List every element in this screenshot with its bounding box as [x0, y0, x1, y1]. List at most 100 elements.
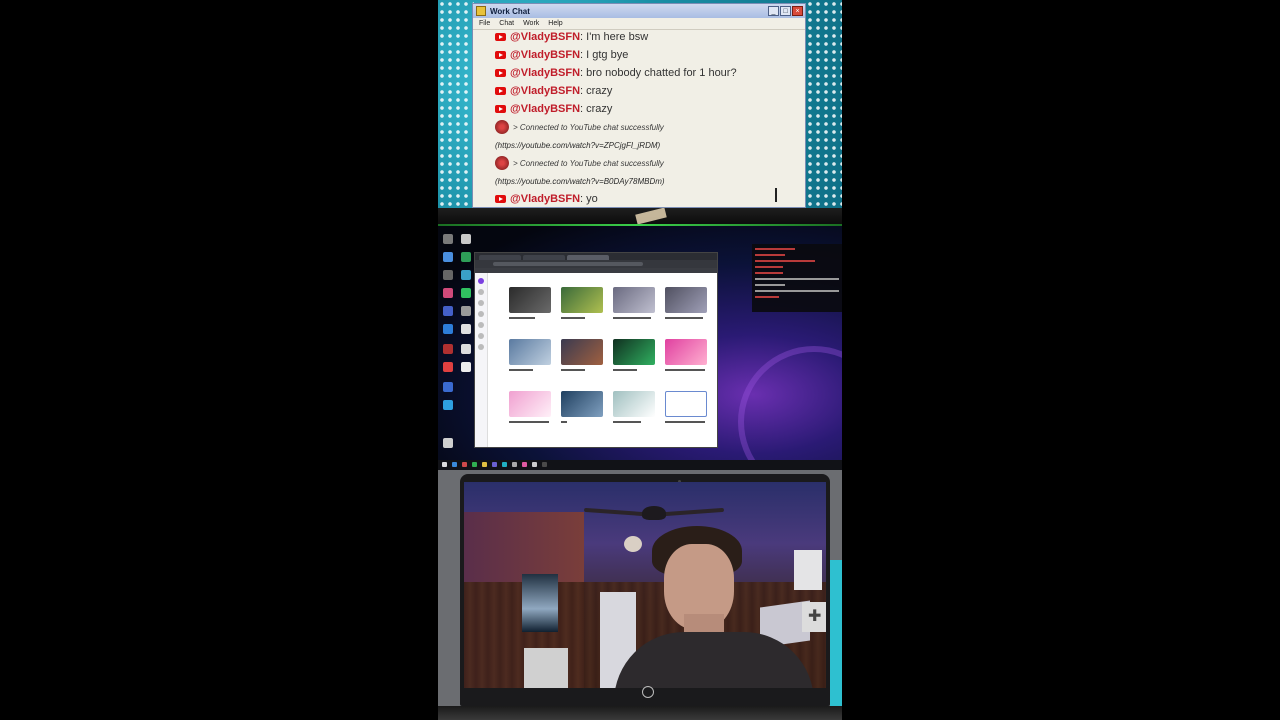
desktop-icon[interactable]	[443, 324, 453, 334]
youtube-icon	[495, 33, 506, 41]
desktop-icon[interactable]	[461, 288, 471, 298]
taskbar-app[interactable]	[462, 462, 467, 467]
overlay-chat-line	[755, 290, 839, 292]
desktop-icon[interactable]	[443, 438, 453, 448]
chat-text: : crazy	[580, 85, 613, 97]
design-thumbnail[interactable]	[561, 339, 603, 365]
desktop-icon[interactable]	[461, 344, 471, 354]
shelf	[524, 648, 568, 688]
sidebar-icon[interactable]	[478, 289, 484, 295]
menu-file[interactable]: File	[479, 20, 490, 27]
desktop-icon[interactable]	[443, 306, 453, 316]
minimize-icon[interactable]: _	[768, 6, 779, 16]
fan-blade	[583, 507, 645, 517]
chat-overlay-section: Work Chat _ □ × File Chat Work Help @Vla…	[438, 0, 842, 208]
webcam-feed	[464, 482, 826, 688]
menu-chat[interactable]: Chat	[499, 20, 514, 27]
desktop-icon[interactable]	[461, 324, 471, 334]
chat-scrollbar[interactable]	[775, 188, 777, 202]
window-titlebar[interactable]: Work Chat _ □ ×	[473, 4, 805, 18]
system-text: > Connected to YouTube chat successfully	[513, 158, 664, 168]
browser-tab[interactable]	[479, 255, 521, 260]
menu-help[interactable]: Help	[548, 20, 562, 27]
url-field[interactable]	[493, 262, 643, 266]
chat-message: @VladyBSFN : crazy	[495, 82, 785, 100]
fan-light	[624, 536, 642, 552]
app-icon	[476, 6, 486, 16]
close-icon[interactable]: ×	[792, 6, 803, 16]
system-link[interactable]: (https://youtube.com/watch?v=ZPCjgFI_jRD…	[495, 136, 785, 154]
chat-username: @VladyBSFN	[510, 49, 581, 61]
design-thumbnail[interactable]	[561, 391, 603, 417]
taskbar-app[interactable]	[542, 462, 547, 467]
youtube-icon	[495, 105, 506, 113]
design-thumbnail[interactable]	[509, 339, 551, 365]
bot-avatar	[495, 120, 509, 134]
design-thumbnail[interactable]	[509, 287, 551, 313]
design-thumbnail[interactable]	[665, 339, 707, 365]
maximize-icon[interactable]: □	[780, 6, 791, 16]
desktop-icon[interactable]	[461, 306, 471, 316]
design-thumbnail[interactable]	[613, 339, 655, 365]
cross-frame	[802, 602, 826, 632]
desktop-icon[interactable]	[443, 252, 453, 262]
sidebar-icon[interactable]	[478, 278, 484, 284]
chat-username: @VladyBSFN	[510, 193, 581, 205]
taskbar-app[interactable]	[442, 462, 447, 467]
desktop-icon[interactable]	[443, 288, 453, 298]
work-chat-window: Work Chat _ □ × File Chat Work Help @Vla…	[472, 3, 806, 208]
sidebar-icon[interactable]	[478, 344, 484, 350]
chat-message: @VladyBSFN : I gtg bye	[495, 46, 785, 64]
desktop-icon[interactable]	[443, 270, 453, 280]
sidebar-icon[interactable]	[478, 322, 484, 328]
windows-taskbar	[438, 460, 842, 470]
design-thumbnail[interactable]	[613, 391, 655, 417]
laptop-logo-icon	[642, 686, 654, 698]
desktop-icon[interactable]	[443, 400, 453, 410]
desktop-icon[interactable]	[461, 362, 471, 372]
system-message: > Connected to YouTube chat successfully	[495, 154, 785, 172]
taskbar-app[interactable]	[522, 462, 527, 467]
bookmarks-bar	[475, 268, 717, 273]
desktop-icon[interactable]	[461, 270, 471, 280]
desktop-icon[interactable]	[443, 234, 453, 244]
ceiling-fan	[583, 502, 725, 522]
design-thumbnail[interactable]	[665, 287, 707, 313]
browser-tabs	[475, 253, 717, 260]
desktop-icon[interactable]	[461, 234, 471, 244]
chat-message: @VladyBSFN : crazy	[495, 100, 785, 118]
taskbar-app[interactable]	[472, 462, 477, 467]
system-link[interactable]: (https://youtube.com/watch?v=B0DAy78MBDm…	[495, 172, 785, 190]
menu-work[interactable]: Work	[523, 20, 539, 27]
desktop-icon[interactable]	[443, 362, 453, 372]
sidebar-icon[interactable]	[478, 333, 484, 339]
design-thumbnail[interactable]	[509, 391, 551, 417]
monitor-bezel	[438, 208, 842, 226]
design-thumbnail[interactable]	[665, 391, 707, 417]
taskbar-app[interactable]	[492, 462, 497, 467]
thumbnail-label	[665, 369, 705, 371]
chat-message: @VladyBSFN : I'm here bsw	[495, 28, 785, 46]
thumbnail-label	[561, 369, 585, 371]
design-thumbnail[interactable]	[613, 287, 655, 313]
desktop-icon[interactable]	[461, 252, 471, 262]
taskbar-app[interactable]	[452, 462, 457, 467]
taskbar-app[interactable]	[512, 462, 517, 467]
sidebar-icon[interactable]	[478, 300, 484, 306]
taskbar-app[interactable]	[482, 462, 487, 467]
taskbar-app[interactable]	[502, 462, 507, 467]
system-text: > Connected to YouTube chat successfully	[513, 122, 664, 132]
taskbar-app[interactable]	[532, 462, 537, 467]
fan-hub	[642, 506, 666, 520]
sidebar-icon[interactable]	[478, 311, 484, 317]
browser-tab[interactable]	[523, 255, 565, 260]
thumbnail-label	[613, 369, 637, 371]
desktop-icon[interactable]	[443, 344, 453, 354]
wallpaper-swirl	[738, 346, 842, 470]
desktop-icon[interactable]	[443, 382, 453, 392]
design-thumbnail[interactable]	[561, 287, 603, 313]
browser-tab[interactable]	[567, 255, 609, 260]
overlay-chat-line	[755, 248, 795, 250]
overlay-chat-line	[755, 272, 783, 274]
chat-text: : bro nobody chatted for 1 hour?	[580, 67, 737, 79]
